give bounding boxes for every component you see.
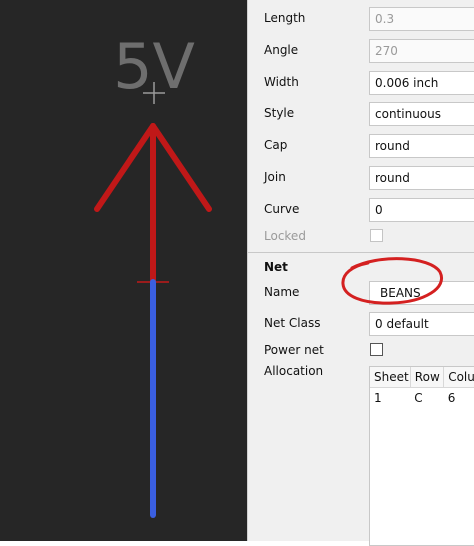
- cap-row: Cap round: [248, 132, 474, 160]
- style-row: Style continuous: [248, 100, 474, 128]
- arrow-head-left: [94, 123, 156, 212]
- locked-row: Locked: [248, 223, 474, 251]
- join-select[interactable]: round: [369, 166, 474, 190]
- angle-field: 270: [369, 39, 474, 63]
- allocation-table[interactable]: Sheet Row Colur 1 C 6: [369, 366, 474, 546]
- cell-sheet: 1: [374, 391, 382, 405]
- cell-column: 6: [447, 391, 456, 405]
- net-class-select[interactable]: 0 default: [369, 312, 474, 336]
- length-label: Length: [264, 11, 306, 25]
- column-header-column[interactable]: Colur: [443, 367, 474, 388]
- schematic-canvas[interactable]: 5V: [0, 0, 247, 541]
- style-select[interactable]: continuous: [369, 102, 474, 126]
- arrow-head-right: [150, 123, 212, 212]
- cap-select[interactable]: round: [369, 134, 474, 158]
- highlight-circle-annotation: [341, 257, 444, 305]
- width-row: Width 0.006 inch: [248, 69, 474, 97]
- style-label: Style: [264, 106, 295, 120]
- column-header-sheet[interactable]: Sheet: [370, 367, 411, 388]
- net-class-row: Net Class 0 default: [248, 310, 474, 338]
- schematic-drawing: 5V: [94, 30, 212, 518]
- cell-row: C: [414, 391, 423, 405]
- curve-label: Curve: [264, 202, 300, 216]
- section-divider: [248, 252, 474, 253]
- cap-label: Cap: [264, 138, 288, 152]
- table-row[interactable]: 1 C 6: [370, 388, 474, 409]
- curve-field[interactable]: 0: [369, 198, 474, 222]
- curve-row: Curve 0: [248, 196, 474, 224]
- allocation-header-row: Sheet Row Colur: [370, 367, 474, 388]
- power-net-label: Power net: [264, 343, 324, 357]
- locked-checkbox[interactable]: [370, 229, 383, 242]
- length-row: Length 0.3: [248, 5, 474, 33]
- width-field[interactable]: 0.006 inch: [369, 71, 474, 95]
- power-net-checkbox[interactable]: [370, 343, 383, 356]
- join-row: Join round: [248, 164, 474, 192]
- angle-label: Angle: [264, 43, 299, 57]
- width-label: Width: [264, 75, 299, 89]
- angle-row: Angle 270: [248, 37, 474, 65]
- locked-label: Locked: [264, 229, 306, 243]
- net-name-label: Name: [264, 285, 300, 299]
- length-field: 0.3: [369, 7, 474, 31]
- net-section-title: Net: [264, 260, 288, 274]
- allocation-label: Allocation: [264, 364, 324, 378]
- net-class-label: Net Class: [264, 316, 321, 330]
- column-header-row[interactable]: Row: [410, 367, 445, 388]
- join-label: Join: [264, 170, 286, 184]
